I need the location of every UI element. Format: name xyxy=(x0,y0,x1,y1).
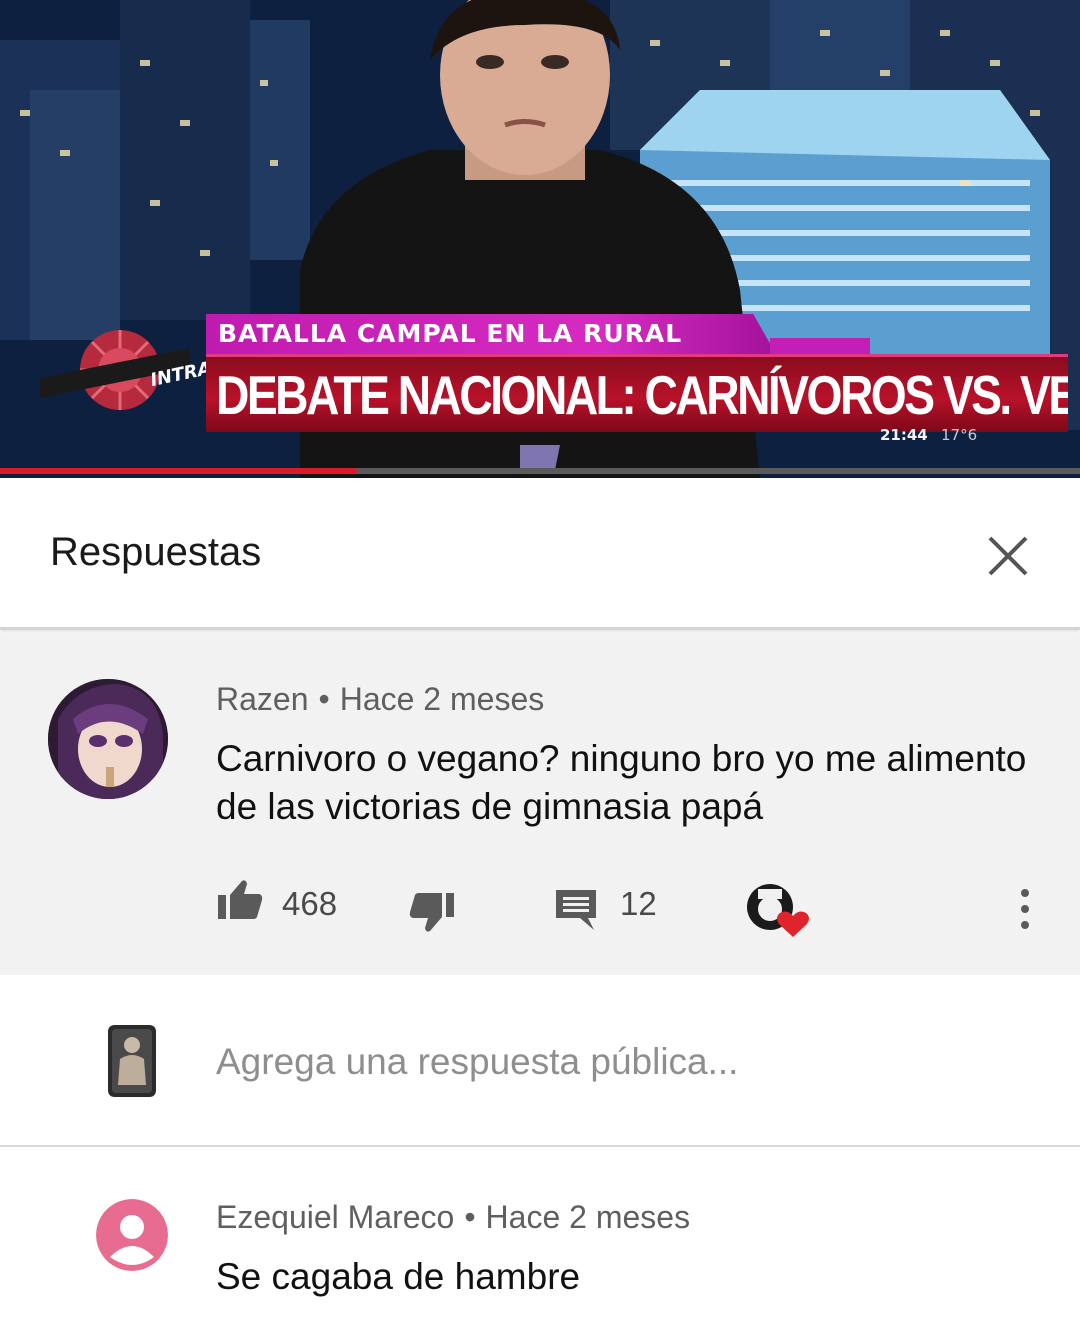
reply-composer[interactable]: Agrega una respuesta pública... xyxy=(0,975,1080,1147)
dislike-button[interactable] xyxy=(408,891,456,940)
reply-comment-icon xyxy=(556,890,596,930)
meta-separator: • xyxy=(464,1199,476,1235)
news-supertitle: BATALLA CAMPAL EN LA RURAL xyxy=(206,314,776,354)
close-icon xyxy=(988,536,1028,576)
user-avatar-icon xyxy=(108,1025,156,1097)
creator-heart-icon xyxy=(747,884,809,937)
news-headline: DEBATE NACIONAL: CARNÍVOROS VS. VEGANOS xyxy=(206,354,1068,432)
close-button[interactable] xyxy=(980,528,1036,584)
reply-input[interactable]: Agrega una respuesta pública... xyxy=(216,1041,738,1083)
avatar[interactable] xyxy=(48,679,168,799)
video-player[interactable]: INTRA BATALLA CAMPAL EN LA RURAL DEBATE … xyxy=(0,0,1080,478)
replies-header: Respuestas xyxy=(0,478,1080,630)
comment-text: Carnivoro o vegano? ninguno bro yo me al… xyxy=(216,738,1027,827)
more-options-button[interactable] xyxy=(1014,887,1036,936)
video-progress-bar[interactable] xyxy=(0,468,1080,474)
channel-logo: INTRA xyxy=(40,320,213,420)
user-avatar xyxy=(108,1025,156,1097)
reply-time[interactable]: Hace 2 meses xyxy=(486,1199,691,1235)
reply-comment: Ezequiel Mareco • Hace 2 meses Se cagaba d… xyxy=(0,1149,1080,1324)
meta-separator: • xyxy=(318,681,330,717)
clock-time: 21:44 xyxy=(880,426,928,444)
like-button[interactable] xyxy=(216,877,264,926)
anime-avatar-icon xyxy=(48,679,168,799)
reply-avatar[interactable] xyxy=(96,1199,168,1271)
more-vertical-icon xyxy=(1021,889,1029,929)
reply-meta: Ezequiel Mareco • Hace 2 meses xyxy=(216,1199,690,1236)
thumbs-down-icon xyxy=(409,893,454,932)
supertitle-accent xyxy=(770,338,870,354)
reply-button[interactable] xyxy=(554,888,598,937)
broadcast-clock: 21:44 17°6 xyxy=(880,426,977,444)
news-headline-text: DEBATE NACIONAL: CARNÍVOROS VS. VEGANOS xyxy=(216,364,1068,426)
comment-time[interactable]: Hace 2 meses xyxy=(340,681,545,717)
parent-comment: Razen • Hace 2 meses Carnivoro o vegano? n… xyxy=(0,633,1080,975)
clock-temperature: 17°6 xyxy=(940,426,978,444)
reply-count: 12 xyxy=(620,885,657,922)
comment-author[interactable]: Razen xyxy=(216,681,309,717)
comment-meta: Razen • Hace 2 meses xyxy=(216,681,544,718)
reply-author[interactable]: Ezequiel Mareco xyxy=(216,1199,454,1235)
page-title: Respuestas xyxy=(50,530,262,574)
thumbs-up-icon xyxy=(218,880,263,919)
creator-heart xyxy=(744,881,810,944)
reply-text: Se cagaba de hambre xyxy=(216,1256,581,1297)
like-count: 468 xyxy=(282,885,338,922)
default-user-icon xyxy=(96,1199,168,1271)
